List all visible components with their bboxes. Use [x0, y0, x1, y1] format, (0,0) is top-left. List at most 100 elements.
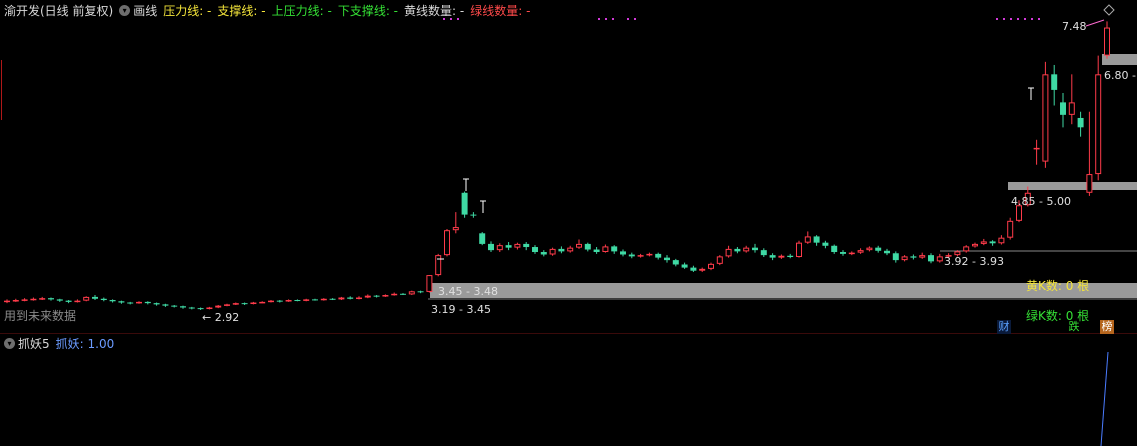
candle-body-87 — [769, 255, 776, 258]
candle-6 — [56, 298, 63, 302]
stock-title[interactable]: 渝开发(日线 前复权) — [4, 2, 113, 19]
candle-85 — [752, 243, 758, 253]
candle-body-0 — [4, 300, 10, 303]
candle-body-101 — [892, 253, 899, 261]
candle-91 — [804, 231, 811, 244]
candle-body-11 — [100, 298, 107, 301]
candle-body-19 — [171, 305, 178, 307]
candle-39 — [347, 296, 354, 300]
candle-body-71 — [628, 254, 635, 257]
candle-body-50 — [444, 230, 450, 256]
candle-102 — [901, 255, 908, 262]
indicator-name[interactable]: 抓妖5 — [18, 335, 50, 352]
candle-body-23 — [206, 307, 213, 310]
candle-79 — [699, 267, 706, 272]
zone-label-680: 6.80 - — [1104, 69, 1136, 82]
candle-36 — [320, 298, 327, 301]
candle-body-111 — [980, 241, 987, 244]
candle-66 — [584, 242, 591, 252]
candle-body-124 — [1095, 74, 1102, 175]
candle-body-106 — [936, 256, 943, 262]
candle-body-26 — [232, 303, 239, 305]
candle-75 — [664, 255, 670, 263]
candle-65 — [576, 239, 582, 249]
candle-body-96 — [848, 252, 855, 255]
candle-106 — [936, 253, 943, 263]
candle-100 — [884, 248, 890, 256]
candle-body-83 — [734, 248, 741, 252]
candle-35 — [312, 298, 318, 301]
draw-line-label[interactable]: 画线 — [133, 2, 157, 19]
candle-body-64 — [567, 247, 574, 252]
candle-body-14 — [127, 302, 134, 304]
candle-body-61 — [540, 252, 547, 255]
candle-64 — [567, 245, 574, 253]
candle-body-2 — [21, 299, 28, 301]
candle-body-53 — [470, 214, 477, 216]
signal-dot-2 — [627, 18, 629, 20]
candle-body-114 — [1007, 220, 1014, 238]
candle-45 — [400, 293, 406, 296]
candle-body-92 — [813, 236, 820, 243]
candle-body-110 — [972, 243, 978, 247]
candle-54 — [479, 232, 486, 246]
candle-body-73 — [646, 253, 653, 256]
candle-body-46 — [408, 291, 415, 295]
candle-22 — [197, 307, 204, 310]
candle-120 — [1060, 93, 1066, 128]
candle-14 — [127, 301, 134, 305]
candle-body-122 — [1077, 117, 1084, 128]
candle-body-8 — [74, 300, 81, 303]
candle-76 — [672, 258, 679, 267]
candle-41 — [364, 294, 371, 299]
candle-30 — [268, 300, 274, 303]
candle-body-118 — [1042, 74, 1049, 162]
pressure-line-item: 压力线: - — [163, 3, 212, 18]
candle-body-102 — [901, 256, 908, 261]
candle-12 — [109, 299, 116, 303]
rank-badge[interactable]: 榜 — [1100, 320, 1114, 334]
candle-body-48 — [426, 275, 433, 292]
fall-badge[interactable]: 跌 — [1067, 320, 1081, 334]
finance-badge[interactable]: 财 — [997, 320, 1011, 334]
lower-support-item: 下支撑线: - — [337, 3, 399, 18]
candle-body-39 — [347, 297, 354, 299]
candle-118 — [1042, 61, 1049, 168]
candle-29 — [259, 301, 266, 304]
candle-114 — [1007, 217, 1014, 240]
candle-body-75 — [664, 257, 670, 261]
candle-67 — [593, 247, 600, 254]
chevron-down-icon[interactable]: ▾ — [4, 337, 15, 349]
candle-97 — [857, 248, 864, 254]
candle-98 — [866, 246, 873, 252]
candle-122 — [1077, 111, 1084, 137]
candle-body-88 — [778, 255, 785, 258]
candle-body-99 — [875, 247, 882, 251]
candle-7 — [65, 300, 72, 304]
candle-119 — [1051, 64, 1058, 106]
candle-body-42 — [373, 295, 380, 297]
candle-body-55 — [488, 243, 494, 251]
candle-body-105 — [928, 255, 934, 262]
high-arrow — [1085, 19, 1105, 27]
candle-body-91 — [804, 236, 811, 243]
candle-21 — [188, 306, 195, 310]
candlestick-chart — [0, 4, 1137, 446]
candle-72 — [637, 253, 644, 258]
candle-93 — [822, 240, 829, 249]
chevron-down-icon[interactable]: ▾ — [119, 4, 131, 16]
candle-body-6 — [56, 299, 63, 301]
candle-87 — [769, 253, 776, 261]
candle-37 — [329, 298, 336, 301]
main-header: 渝开发(日线 前复权) ▾ 画线 压力线: - 支撑线: - 上压力线: - 下… — [4, 1, 536, 19]
candle-body-95 — [840, 252, 846, 254]
signal-dot-3 — [1017, 18, 1019, 20]
support-line-item: 支撑线: - — [217, 3, 266, 18]
candle-body-125 — [1104, 27, 1110, 56]
candle-body-78 — [690, 267, 697, 271]
candle-body-85 — [752, 247, 758, 251]
candle-28 — [250, 301, 257, 305]
candle-body-89 — [787, 255, 794, 258]
candle-body-79 — [699, 268, 706, 271]
candle-body-58 — [514, 243, 521, 248]
